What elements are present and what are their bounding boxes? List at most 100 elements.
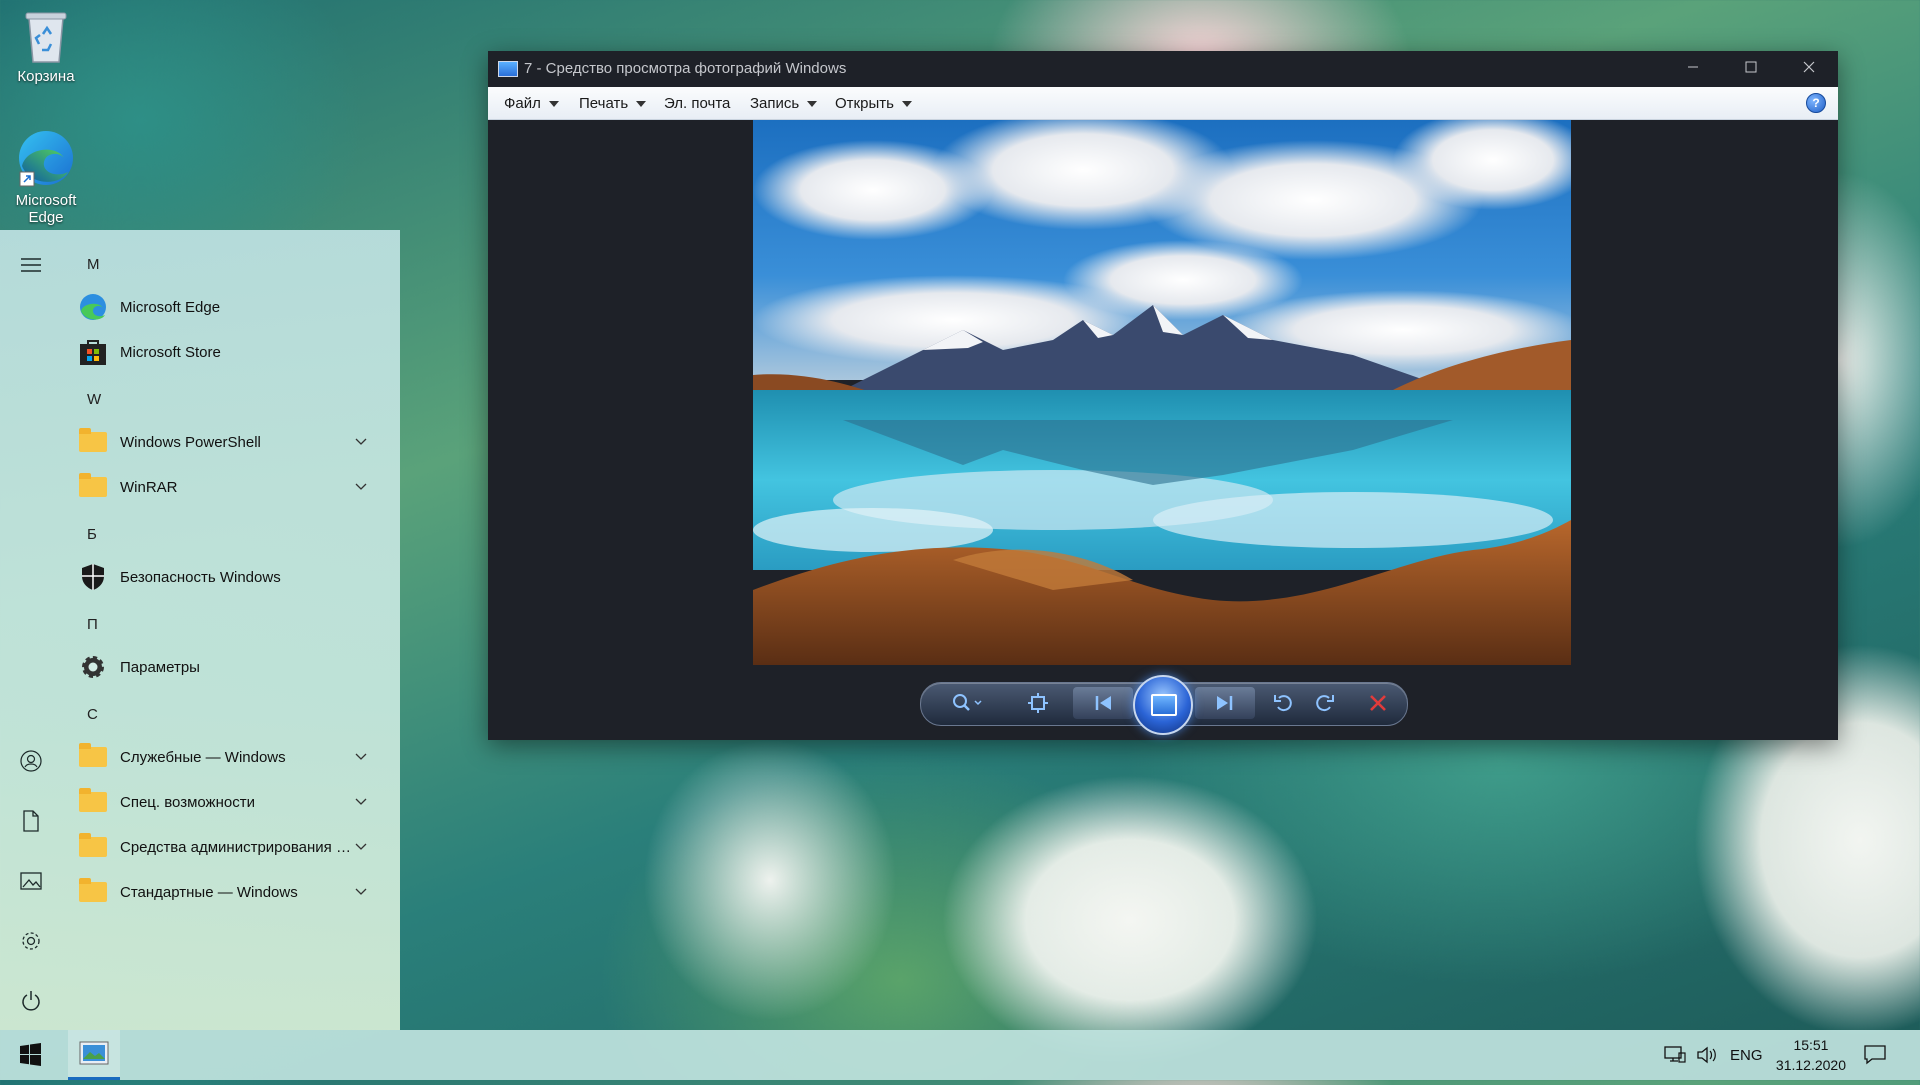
photo-viewer-icon: [79, 1041, 109, 1065]
slideshow-icon: [1151, 694, 1177, 716]
slideshow-button[interactable]: [1133, 675, 1193, 735]
help-button[interactable]: ?: [1806, 93, 1826, 113]
folder-icon: [78, 877, 108, 907]
document-icon[interactable]: [20, 810, 42, 832]
next-button[interactable]: [1195, 687, 1255, 719]
edge-icon: [19, 131, 73, 187]
taskbar: ENG 15:51 31.12.2020: [0, 1030, 1920, 1080]
minimize-button[interactable]: [1664, 51, 1722, 87]
start-button[interactable]: [0, 1030, 60, 1080]
close-button[interactable]: [1780, 51, 1838, 87]
section-letter[interactable]: W: [87, 391, 101, 408]
window-title: 7 - Средство просмотра фотографий Window…: [524, 60, 847, 77]
folder-icon: [78, 472, 108, 502]
start-app-windows-security[interactable]: Безопасность Windows: [78, 557, 378, 597]
desktop-icon-recycle-bin[interactable]: Корзина: [5, 8, 87, 85]
windows-logo-icon: [20, 1043, 41, 1066]
maximize-button[interactable]: [1722, 51, 1780, 87]
clock[interactable]: 15:51 31.12.2020: [1776, 1035, 1846, 1075]
section-letter[interactable]: Б: [87, 526, 97, 543]
folder-icon: [78, 787, 108, 817]
start-menu: M Microsoft Edge Microsoft Store W Windo…: [0, 230, 400, 1030]
start-folder-accessibility[interactable]: Спец. возможности: [78, 782, 378, 822]
menu-open[interactable]: Открыть: [835, 95, 912, 112]
start-app-label: Служебные — Windows: [120, 748, 286, 766]
chevron-down-icon: [354, 794, 368, 808]
dropdown-arrow-icon: [636, 101, 647, 108]
start-app-label: Безопасность Windows: [120, 568, 281, 586]
chevron-down-icon: [354, 884, 368, 898]
chevron-down-icon: [354, 839, 368, 853]
hamburger-icon[interactable]: [20, 254, 42, 276]
edge-icon: [78, 292, 108, 322]
gear-icon: [78, 652, 108, 682]
start-app-label: Средства администрирования Windows: [120, 838, 360, 856]
start-menu-rail: [0, 230, 62, 1030]
desktop-icon-label: Microsoft Edge: [15, 192, 77, 226]
photo-viewer-icon: [498, 61, 518, 77]
start-app-label: Microsoft Edge: [120, 298, 221, 316]
displayed-photo[interactable]: [753, 120, 1571, 665]
start-app-microsoft-store[interactable]: Microsoft Store: [78, 332, 378, 372]
volume-icon[interactable]: [1696, 1030, 1722, 1080]
desktop-icon-edge[interactable]: Microsoft Edge: [5, 128, 87, 226]
clock-date: 31.12.2020: [1775, 1057, 1846, 1073]
start-app-label: Стандартные — Windows: [120, 883, 298, 901]
menu-bar: Файл Печать Эл. почта Запись Открыть ?: [488, 87, 1838, 120]
start-folder-accessories[interactable]: Стандартные — Windows: [78, 872, 378, 912]
desktop-icon-label: Корзина: [17, 68, 75, 85]
power-icon[interactable]: [20, 990, 42, 1012]
menu-label: Открыть: [835, 95, 894, 112]
start-app-label: Windows PowerShell: [120, 433, 261, 451]
clock-time: 15:51: [1793, 1037, 1829, 1053]
chevron-down-icon: [354, 479, 368, 493]
gear-icon[interactable]: [20, 930, 42, 952]
control-bar: [920, 675, 1408, 735]
chevron-down-icon: [354, 434, 368, 448]
start-app-microsoft-edge[interactable]: Microsoft Edge: [78, 287, 378, 327]
notifications-icon[interactable]: [1864, 1030, 1894, 1080]
mountain-lake-photo: [753, 120, 1571, 665]
rotate-left-button[interactable]: [1271, 692, 1297, 716]
shield-icon: [78, 562, 108, 592]
rotate-right-button[interactable]: [1311, 692, 1337, 716]
dropdown-arrow-icon: [548, 101, 559, 108]
folder-icon: [78, 742, 108, 772]
start-app-label: Microsoft Store: [120, 343, 221, 361]
menu-file[interactable]: Файл: [504, 95, 559, 112]
folder-icon: [78, 427, 108, 457]
start-app-label: Параметры: [120, 658, 200, 676]
recycle-bin-icon: [25, 12, 67, 63]
photo-viewer-window: 7 - Средство просмотра фотографий Window…: [488, 51, 1838, 740]
start-folder-system-tools[interactable]: Служебные — Windows: [78, 737, 378, 777]
input-language[interactable]: ENG: [1730, 1030, 1763, 1080]
fit-to-window-button[interactable]: [1025, 692, 1051, 716]
user-icon[interactable]: [20, 750, 42, 772]
start-app-label: WinRAR: [120, 478, 178, 496]
dropdown-arrow-icon: [901, 101, 912, 108]
menu-burn[interactable]: Запись: [750, 95, 818, 112]
pictures-icon[interactable]: [20, 870, 42, 892]
start-app-label: Спец. возможности: [120, 793, 255, 811]
menu-label: Запись: [750, 95, 800, 112]
title-bar[interactable]: 7 - Средство просмотра фотографий Window…: [488, 51, 1838, 87]
zoom-button[interactable]: [951, 692, 982, 716]
network-icon[interactable]: [1664, 1030, 1690, 1080]
taskbar-photo-viewer[interactable]: [68, 1030, 120, 1080]
section-letter[interactable]: С: [87, 706, 98, 723]
start-folder-admin-tools[interactable]: Средства администрирования Windows: [78, 827, 378, 867]
menu-label: Файл: [504, 95, 541, 112]
playback-controls: [488, 668, 1838, 740]
previous-button[interactable]: [1073, 687, 1133, 719]
start-folder-winrar[interactable]: WinRAR: [78, 467, 378, 507]
menu-print[interactable]: Печать: [579, 95, 647, 112]
menu-email[interactable]: Эл. почта: [664, 95, 730, 112]
start-app-settings[interactable]: Параметры: [78, 647, 378, 687]
menu-label: Эл. почта: [664, 95, 731, 112]
section-letter[interactable]: П: [87, 616, 98, 633]
image-canvas: [488, 120, 1838, 668]
delete-button[interactable]: [1365, 692, 1391, 716]
dropdown-arrow-icon: [807, 101, 818, 108]
section-letter[interactable]: M: [87, 256, 100, 273]
start-folder-windows-powershell[interactable]: Windows PowerShell: [78, 422, 378, 462]
